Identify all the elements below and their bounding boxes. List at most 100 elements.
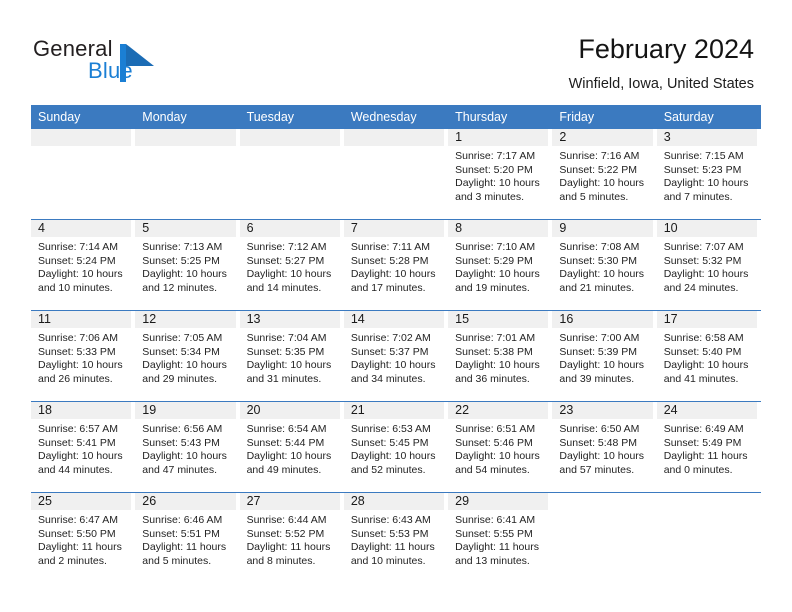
calendar-cell[interactable]: 1 Sunrise: 7:17 AM Sunset: 5:20 PM Dayli… bbox=[448, 129, 552, 220]
day-number: 12 bbox=[135, 311, 236, 328]
day-number: 22 bbox=[448, 402, 549, 419]
calendar-cell[interactable]: 5 Sunrise: 7:13 AM Sunset: 5:25 PM Dayli… bbox=[135, 219, 240, 311]
calendar-cell[interactable]: 9 Sunrise: 7:08 AM Sunset: 5:30 PM Dayli… bbox=[552, 219, 657, 311]
calendar-cell[interactable]: 12 Sunrise: 7:05 AM Sunset: 5:34 PM Dayl… bbox=[135, 310, 240, 402]
daylight-text-line1: Daylight: 11 hours bbox=[350, 541, 435, 553]
day-cell[interactable] bbox=[657, 493, 761, 583]
daylight-text-line2: and 2 minutes. bbox=[38, 554, 107, 567]
calendar-cell[interactable]: 7 Sunrise: 7:11 AM Sunset: 5:28 PM Dayli… bbox=[343, 219, 449, 311]
day-cell[interactable] bbox=[343, 129, 448, 219]
weekday-header-monday: Monday bbox=[135, 105, 240, 129]
calendar-cell[interactable]: 28 Sunrise: 6:43 AM Sunset: 5:53 PM Dayl… bbox=[343, 492, 449, 583]
day-cell[interactable] bbox=[31, 129, 135, 219]
day-cell[interactable]: 1 Sunrise: 7:17 AM Sunset: 5:20 PM Dayli… bbox=[448, 129, 552, 219]
calendar-cell[interactable]: 13 Sunrise: 7:04 AM Sunset: 5:35 PM Dayl… bbox=[239, 310, 344, 402]
calendar-cell[interactable]: 10 Sunrise: 7:07 AM Sunset: 5:32 PM Dayl… bbox=[656, 219, 761, 311]
calendar-cell[interactable]: 16 Sunrise: 7:00 AM Sunset: 5:39 PM Dayl… bbox=[552, 310, 657, 402]
calendar-cell[interactable]: 27 Sunrise: 6:44 AM Sunset: 5:52 PM Dayl… bbox=[239, 492, 344, 583]
calendar-cell[interactable]: 11 Sunrise: 7:06 AM Sunset: 5:33 PM Dayl… bbox=[31, 310, 136, 402]
day-details: Sunrise: 7:07 AM Sunset: 5:32 PM Dayligh… bbox=[657, 237, 757, 295]
day-details bbox=[135, 146, 235, 150]
day-cell[interactable]: 6 Sunrise: 7:12 AM Sunset: 5:27 PM Dayli… bbox=[239, 220, 344, 310]
calendar-cell[interactable]: 25 Sunrise: 6:47 AM Sunset: 5:50 PM Dayl… bbox=[31, 492, 136, 583]
calendar-cell[interactable]: 19 Sunrise: 6:56 AM Sunset: 5:43 PM Dayl… bbox=[135, 401, 240, 493]
calendar-cell[interactable]: 8 Sunrise: 7:10 AM Sunset: 5:29 PM Dayli… bbox=[448, 219, 553, 311]
day-details bbox=[344, 146, 444, 150]
calendar-cell[interactable]: 2 Sunrise: 7:16 AM Sunset: 5:22 PM Dayli… bbox=[552, 129, 656, 220]
day-details: Sunrise: 7:06 AM Sunset: 5:33 PM Dayligh… bbox=[31, 328, 131, 386]
sunset-text: Sunset: 5:41 PM bbox=[38, 436, 116, 449]
day-cell[interactable]: 5 Sunrise: 7:13 AM Sunset: 5:25 PM Dayli… bbox=[135, 220, 239, 310]
day-cell[interactable]: 18 Sunrise: 6:57 AM Sunset: 5:41 PM Dayl… bbox=[31, 402, 135, 492]
day-cell[interactable]: 28 Sunrise: 6:43 AM Sunset: 5:53 PM Dayl… bbox=[343, 493, 448, 583]
day-cell[interactable]: 20 Sunrise: 6:54 AM Sunset: 5:44 PM Dayl… bbox=[239, 402, 344, 492]
day-cell[interactable]: 17 Sunrise: 6:58 AM Sunset: 5:40 PM Dayl… bbox=[656, 311, 761, 401]
day-details: Sunrise: 7:13 AM Sunset: 5:25 PM Dayligh… bbox=[135, 237, 235, 295]
calendar-cell[interactable]: 24 Sunrise: 6:49 AM Sunset: 5:49 PM Dayl… bbox=[656, 401, 761, 493]
day-cell[interactable] bbox=[239, 129, 344, 219]
day-cell[interactable]: 13 Sunrise: 7:04 AM Sunset: 5:35 PM Dayl… bbox=[239, 311, 344, 401]
general-blue-logo[interactable]: General Blue bbox=[33, 36, 203, 88]
day-details: Sunrise: 7:10 AM Sunset: 5:29 PM Dayligh… bbox=[448, 237, 548, 295]
calendar-cell[interactable]: 21 Sunrise: 6:53 AM Sunset: 5:45 PM Dayl… bbox=[343, 401, 449, 493]
calendar-page: General Blue February 2024 Winfield, Iow… bbox=[0, 0, 792, 612]
sunset-text: Sunset: 5:43 PM bbox=[142, 436, 220, 449]
calendar-cell[interactable]: 17 Sunrise: 6:58 AM Sunset: 5:40 PM Dayl… bbox=[656, 310, 761, 402]
day-cell[interactable]: 16 Sunrise: 7:00 AM Sunset: 5:39 PM Dayl… bbox=[552, 311, 656, 401]
calendar-cell[interactable] bbox=[343, 129, 448, 220]
day-cell[interactable]: 3 Sunrise: 7:15 AM Sunset: 5:23 PM Dayli… bbox=[656, 129, 761, 219]
calendar-cell[interactable] bbox=[31, 129, 135, 220]
daylight-text-line2: and 47 minutes. bbox=[142, 463, 217, 476]
day-cell[interactable]: 26 Sunrise: 6:46 AM Sunset: 5:51 PM Dayl… bbox=[135, 493, 239, 583]
day-cell[interactable]: 11 Sunrise: 7:06 AM Sunset: 5:33 PM Dayl… bbox=[31, 311, 135, 401]
sunrise-text: Sunrise: 6:43 AM bbox=[350, 514, 431, 526]
calendar-cell[interactable]: 26 Sunrise: 6:46 AM Sunset: 5:51 PM Dayl… bbox=[135, 492, 240, 583]
day-details: Sunrise: 6:43 AM Sunset: 5:53 PM Dayligh… bbox=[344, 510, 444, 568]
day-cell[interactable]: 29 Sunrise: 6:41 AM Sunset: 5:55 PM Dayl… bbox=[448, 493, 552, 583]
calendar-cell[interactable]: 22 Sunrise: 6:51 AM Sunset: 5:46 PM Dayl… bbox=[448, 401, 553, 493]
daylight-text-line2: and 5 minutes. bbox=[142, 554, 212, 567]
calendar-week-row: 18 Sunrise: 6:57 AM Sunset: 5:41 PM Dayl… bbox=[31, 401, 761, 493]
day-details: Sunrise: 7:14 AM Sunset: 5:24 PM Dayligh… bbox=[31, 237, 131, 295]
day-cell[interactable]: 8 Sunrise: 7:10 AM Sunset: 5:29 PM Dayli… bbox=[448, 220, 552, 310]
calendar-cell[interactable]: 15 Sunrise: 7:01 AM Sunset: 5:38 PM Dayl… bbox=[448, 310, 553, 402]
day-cell[interactable]: 14 Sunrise: 7:02 AM Sunset: 5:37 PM Dayl… bbox=[343, 311, 448, 401]
calendar-cell[interactable]: 23 Sunrise: 6:50 AM Sunset: 5:48 PM Dayl… bbox=[552, 401, 657, 493]
calendar-cell[interactable] bbox=[656, 492, 761, 583]
day-details bbox=[31, 146, 131, 150]
sunrise-text: Sunrise: 6:44 AM bbox=[246, 514, 327, 526]
day-cell[interactable]: 27 Sunrise: 6:44 AM Sunset: 5:52 PM Dayl… bbox=[239, 493, 344, 583]
calendar-cell[interactable]: 14 Sunrise: 7:02 AM Sunset: 5:37 PM Dayl… bbox=[343, 310, 449, 402]
day-details bbox=[657, 510, 757, 514]
calendar-cell[interactable] bbox=[135, 129, 239, 220]
daylight-text-line1: Daylight: 10 hours bbox=[559, 450, 645, 462]
day-cell[interactable]: 12 Sunrise: 7:05 AM Sunset: 5:34 PM Dayl… bbox=[135, 311, 239, 401]
day-cell[interactable]: 21 Sunrise: 6:53 AM Sunset: 5:45 PM Dayl… bbox=[343, 402, 448, 492]
day-cell[interactable]: 24 Sunrise: 6:49 AM Sunset: 5:49 PM Dayl… bbox=[656, 402, 761, 492]
calendar-cell[interactable] bbox=[552, 492, 657, 583]
day-cell[interactable] bbox=[135, 129, 239, 219]
day-cell[interactable]: 4 Sunrise: 7:14 AM Sunset: 5:24 PM Dayli… bbox=[31, 220, 135, 310]
day-cell[interactable]: 7 Sunrise: 7:11 AM Sunset: 5:28 PM Dayli… bbox=[343, 220, 448, 310]
day-cell[interactable] bbox=[552, 493, 656, 583]
calendar-cell[interactable]: 6 Sunrise: 7:12 AM Sunset: 5:27 PM Dayli… bbox=[239, 219, 344, 311]
day-cell[interactable]: 10 Sunrise: 7:07 AM Sunset: 5:32 PM Dayl… bbox=[656, 220, 761, 310]
day-cell[interactable]: 22 Sunrise: 6:51 AM Sunset: 5:46 PM Dayl… bbox=[448, 402, 552, 492]
day-cell[interactable]: 25 Sunrise: 6:47 AM Sunset: 5:50 PM Dayl… bbox=[31, 493, 135, 583]
day-cell[interactable]: 2 Sunrise: 7:16 AM Sunset: 5:22 PM Dayli… bbox=[552, 129, 656, 219]
day-cell[interactable]: 9 Sunrise: 7:08 AM Sunset: 5:30 PM Dayli… bbox=[552, 220, 656, 310]
calendar-cell[interactable]: 3 Sunrise: 7:15 AM Sunset: 5:23 PM Dayli… bbox=[656, 129, 761, 220]
day-cell[interactable]: 19 Sunrise: 6:56 AM Sunset: 5:43 PM Dayl… bbox=[135, 402, 239, 492]
day-details: Sunrise: 7:11 AM Sunset: 5:28 PM Dayligh… bbox=[344, 237, 444, 295]
calendar-cell[interactable] bbox=[239, 129, 344, 220]
sunset-text: Sunset: 5:53 PM bbox=[350, 527, 429, 540]
calendar-cell[interactable]: 29 Sunrise: 6:41 AM Sunset: 5:55 PM Dayl… bbox=[448, 492, 553, 583]
calendar-cell[interactable]: 4 Sunrise: 7:14 AM Sunset: 5:24 PM Dayli… bbox=[31, 219, 136, 311]
calendar-container: Sunday Monday Tuesday Wednesday Thursday… bbox=[31, 105, 761, 583]
daylight-text-line1: Daylight: 11 hours bbox=[142, 541, 227, 553]
calendar-cell[interactable]: 20 Sunrise: 6:54 AM Sunset: 5:44 PM Dayl… bbox=[239, 401, 344, 493]
calendar-cell[interactable]: 18 Sunrise: 6:57 AM Sunset: 5:41 PM Dayl… bbox=[31, 401, 136, 493]
day-cell[interactable]: 23 Sunrise: 6:50 AM Sunset: 5:48 PM Dayl… bbox=[552, 402, 656, 492]
day-cell[interactable]: 15 Sunrise: 7:01 AM Sunset: 5:38 PM Dayl… bbox=[448, 311, 552, 401]
day-number: 26 bbox=[135, 493, 236, 510]
